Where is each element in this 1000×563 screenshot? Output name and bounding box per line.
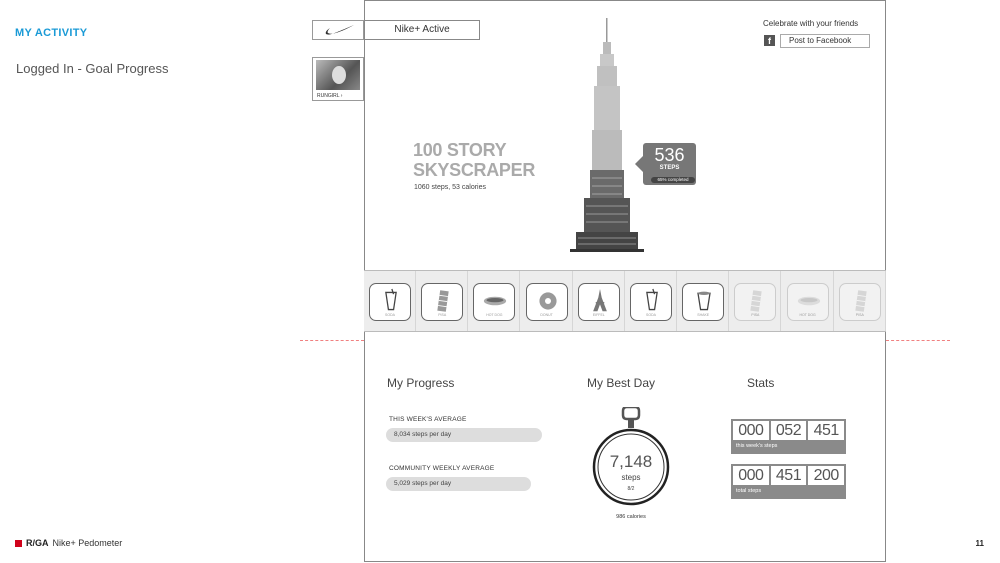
achievement-badge[interactable]: PISA — [734, 283, 777, 321]
goal-title-line2: SKYSCRAPER — [413, 160, 536, 180]
counter-digits: 451 — [808, 421, 845, 440]
section-subtitle: Logged In - Goal Progress — [16, 61, 169, 76]
achievement-badge[interactable]: SHAKE — [682, 283, 725, 321]
my-best-day-title: My Best Day — [587, 376, 656, 390]
achievement-badge[interactable]: PISA — [838, 283, 881, 321]
achievement-label: DONUT — [540, 313, 553, 317]
leaning-tower-icon — [855, 290, 867, 312]
achievement-label: HOT DOG — [486, 313, 503, 317]
achievements-strip: SODA PISA HOT DOG DONUT EIFFEL SODA SHAKE PISA H… — [364, 270, 886, 332]
my-progress-title: My Progress — [387, 376, 455, 390]
skyscraper-icon — [570, 18, 644, 252]
achievement-badge[interactable]: HOT DOG — [786, 283, 829, 321]
hotdog-icon — [797, 296, 820, 306]
stats-title: Stats — [747, 376, 775, 390]
achievement-label: HOT DOG — [799, 313, 816, 317]
week-steps-counter: 000 052 451 this week's steps — [731, 419, 846, 454]
achievement-label: EIFFEL — [592, 313, 605, 317]
profile-card[interactable]: RUNGIRL › — [312, 57, 364, 101]
achievement-cell: SODA — [364, 271, 416, 331]
achievement-label: SODA — [646, 313, 656, 317]
nike-swoosh-icon — [325, 25, 354, 35]
post-to-facebook-button[interactable]: Post to Facebook — [780, 34, 870, 48]
steps-label: STEPS — [659, 165, 680, 171]
best-day-calories: 986 calories — [616, 514, 646, 520]
total-steps-counter: 000 451 200 total steps — [731, 464, 846, 499]
achievement-label: PISA — [855, 313, 864, 317]
achievement-badge[interactable]: DONUT — [525, 283, 568, 321]
goal-detail: 1060 steps, 53 calories — [414, 184, 486, 191]
footer-brand: R/GA Nike+ Pedometer — [15, 538, 122, 548]
counter-digits: 451 — [770, 466, 807, 485]
achievement-cell: PISA — [729, 271, 782, 331]
counter-digits: 052 — [770, 421, 807, 440]
achievement-badge[interactable]: EIFFEL — [577, 283, 620, 321]
achievement-badge[interactable]: SODA — [369, 283, 411, 321]
community-average-label: COMMUNITY WEEKLY AVERAGE — [389, 465, 495, 472]
achievement-cell: HOT DOG — [468, 271, 521, 331]
achievement-cell: PISA — [834, 271, 886, 331]
leaning-tower-icon — [750, 290, 763, 312]
eiffel-tower-icon — [592, 289, 607, 312]
best-day-date: 8/2 — [627, 486, 635, 492]
divider-left — [300, 340, 364, 341]
facebook-icon: f — [764, 35, 775, 46]
percent-completed: 65% completed — [651, 177, 695, 183]
milkshake-icon — [697, 291, 711, 311]
counter-digits: 000 — [733, 466, 769, 485]
drink-cup-icon — [385, 288, 397, 311]
app-title: Nike+ Active — [364, 20, 480, 40]
counter-digits: 200 — [808, 466, 845, 485]
best-day-steps: 7,148 — [609, 452, 653, 471]
donut-icon — [539, 292, 557, 310]
week-average-label: THIS WEEK'S AVERAGE — [389, 416, 467, 423]
section-title: MY ACTIVITY — [15, 27, 88, 39]
divider-right — [886, 340, 950, 341]
achievement-label: SHAKE — [697, 313, 710, 317]
achievement-label: PISA — [751, 313, 760, 317]
profile-name[interactable]: RUNGIRL › — [317, 93, 342, 99]
nike-tab[interactable] — [312, 20, 364, 40]
counter-caption: this week's steps — [736, 443, 778, 449]
product-name: Nike+ Pedometer — [52, 538, 123, 548]
brand-square-icon — [15, 539, 22, 547]
achievement-badge[interactable]: PISA — [421, 283, 464, 321]
best-day-unit: steps — [621, 473, 641, 482]
achievement-label: SODA — [385, 313, 395, 317]
drink-cup-icon — [646, 288, 658, 311]
leaning-tower-icon — [437, 290, 449, 312]
goal-title-line1: 100 STORY — [413, 140, 507, 160]
counter-digits: 000 — [733, 421, 769, 440]
achievement-label: PISA — [438, 313, 447, 317]
achievement-cell: DONUT — [521, 271, 573, 331]
steps-bubble: 536 STEPS 65% completed — [635, 143, 696, 185]
week-average-value: 8,034 steps per day — [386, 428, 542, 442]
achievement-badge[interactable]: HOT DOG — [473, 283, 516, 321]
brand-name: R/GA — [26, 538, 49, 548]
achievement-cell: PISA — [416, 271, 469, 331]
achievement-cell: EIFFEL — [573, 271, 625, 331]
celebrate-text: Celebrate with your friends — [763, 19, 859, 28]
achievement-cell: HOT DOG — [782, 271, 834, 331]
achievement-cell: SODA — [625, 271, 677, 331]
counter-caption: total steps — [736, 488, 762, 494]
avatar — [316, 60, 360, 90]
goal-title: 100 STORY SKYSCRAPER — [413, 140, 535, 180]
hotdog-icon — [484, 296, 507, 306]
community-average-value: 5,029 steps per day — [386, 477, 531, 491]
current-steps: 536 — [654, 145, 685, 165]
achievement-cell: SHAKE — [677, 271, 730, 331]
achievement-badge[interactable]: SODA — [630, 283, 672, 321]
page-number: 11 — [975, 539, 984, 548]
